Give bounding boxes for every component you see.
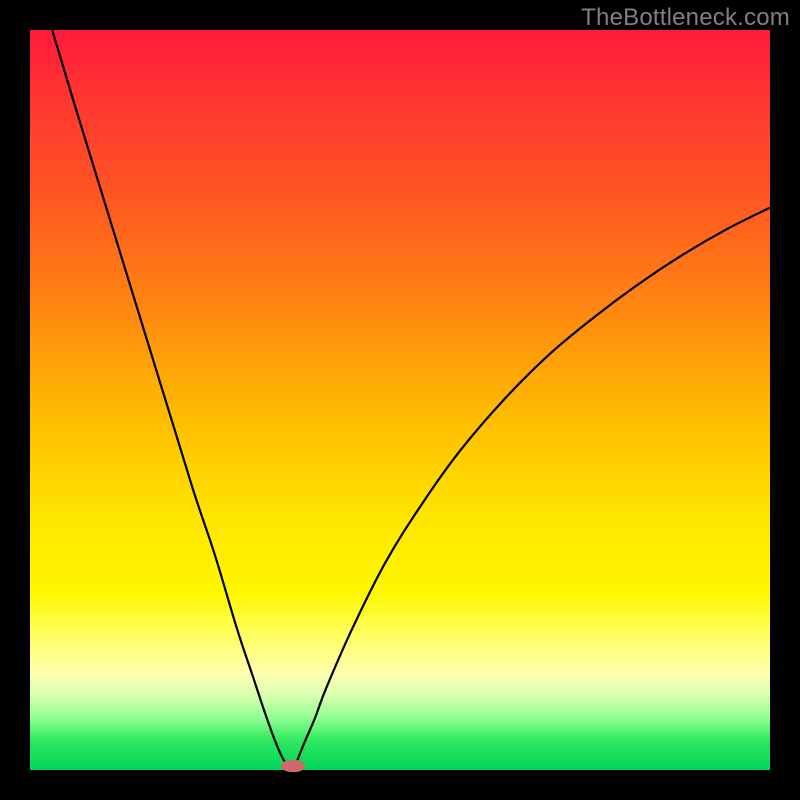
plot-area [30,30,770,770]
chart-frame: TheBottleneck.com [0,0,800,800]
curve-right-branch [293,208,770,770]
watermark-text: TheBottleneck.com [581,4,790,32]
bottleneck-curve [30,30,770,770]
optimal-marker [281,760,305,772]
curve-left-branch [52,30,293,770]
